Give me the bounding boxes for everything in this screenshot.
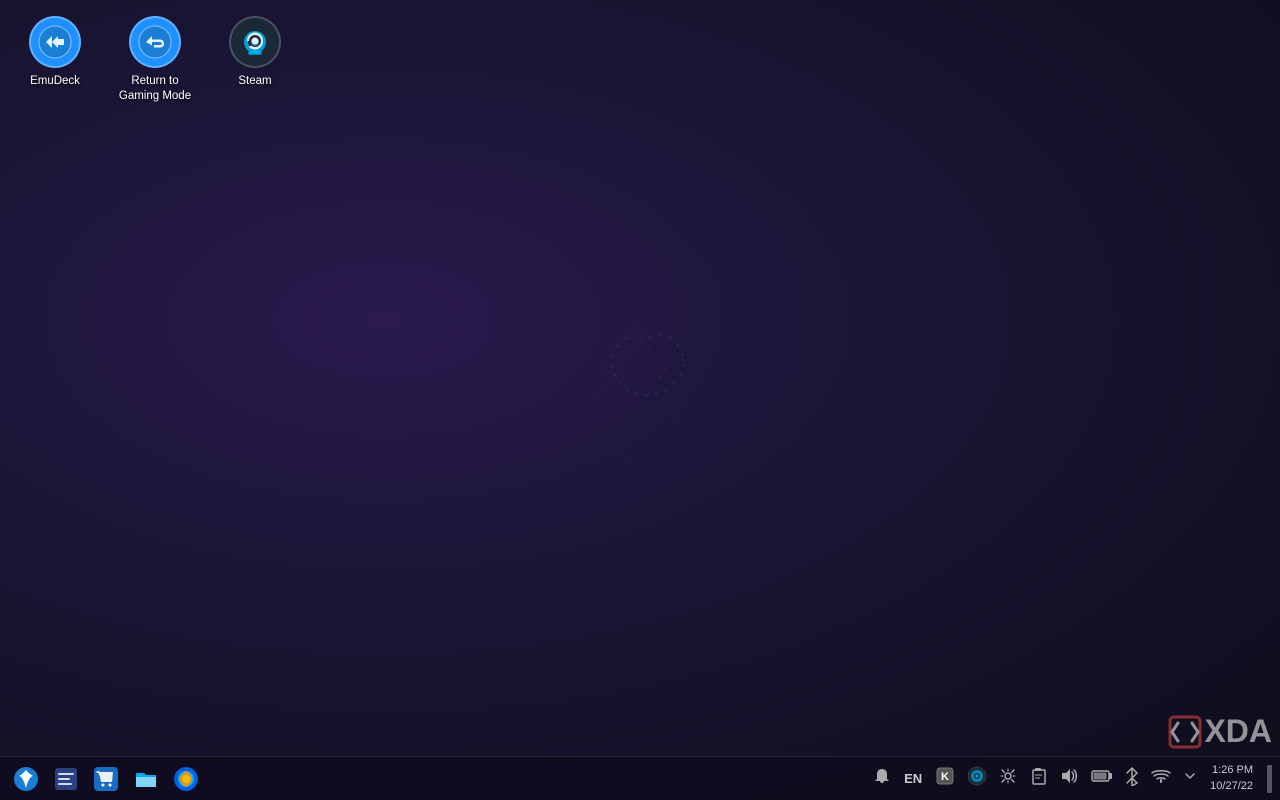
taskbar: EN K bbox=[0, 756, 1280, 800]
bluetooth-button[interactable] bbox=[1122, 764, 1142, 793]
deck-menu-button[interactable] bbox=[8, 761, 44, 797]
desktop: EmuDeck Return to Gaming Mode bbox=[0, 0, 1280, 800]
steam-label: Steam bbox=[238, 74, 271, 89]
emudeck-icon[interactable]: EmuDeck bbox=[10, 10, 100, 95]
return-gaming-icon[interactable]: Return to Gaming Mode bbox=[110, 10, 200, 110]
steam-icon-img bbox=[229, 16, 281, 68]
volume-button[interactable] bbox=[1056, 765, 1082, 792]
steam-icon[interactable]: Steam bbox=[210, 10, 300, 95]
store-button[interactable] bbox=[88, 761, 124, 797]
desktop-watermark bbox=[515, 240, 765, 560]
desktop-icons-container: EmuDeck Return to Gaming Mode bbox=[10, 10, 300, 110]
emudeck-label: EmuDeck bbox=[30, 74, 80, 89]
settings-button[interactable] bbox=[996, 765, 1020, 792]
clock-date: 10/27/22 bbox=[1210, 779, 1253, 794]
files-button[interactable] bbox=[128, 761, 164, 797]
tray-expand-button[interactable] bbox=[1180, 767, 1200, 790]
clock-time: 1:26 PM bbox=[1212, 763, 1253, 778]
show-desktop-button[interactable] bbox=[1267, 765, 1272, 793]
taskbar-left bbox=[8, 761, 204, 797]
clock-button[interactable]: 1:26 PM 10/27/22 bbox=[1206, 761, 1257, 796]
klack-button[interactable]: K bbox=[932, 764, 958, 793]
firefox-button[interactable] bbox=[168, 761, 204, 797]
clipboard-button[interactable] bbox=[1026, 765, 1050, 792]
notification-bell-button[interactable] bbox=[870, 765, 894, 792]
return-gaming-label: Return to Gaming Mode bbox=[119, 74, 191, 104]
wifi-button[interactable] bbox=[1148, 766, 1174, 791]
emudeck-icon-img bbox=[29, 16, 81, 68]
taskbar-right: EN K bbox=[870, 761, 1272, 796]
language-button[interactable]: EN bbox=[900, 769, 926, 788]
battery-button[interactable] bbox=[1088, 767, 1116, 790]
xda-logo-watermark: XDA bbox=[1168, 713, 1272, 750]
return-gaming-icon-img bbox=[129, 16, 181, 68]
task-manager-button[interactable] bbox=[48, 761, 84, 797]
steam-tray-button[interactable] bbox=[964, 764, 990, 793]
svg-text:K: K bbox=[941, 771, 949, 783]
